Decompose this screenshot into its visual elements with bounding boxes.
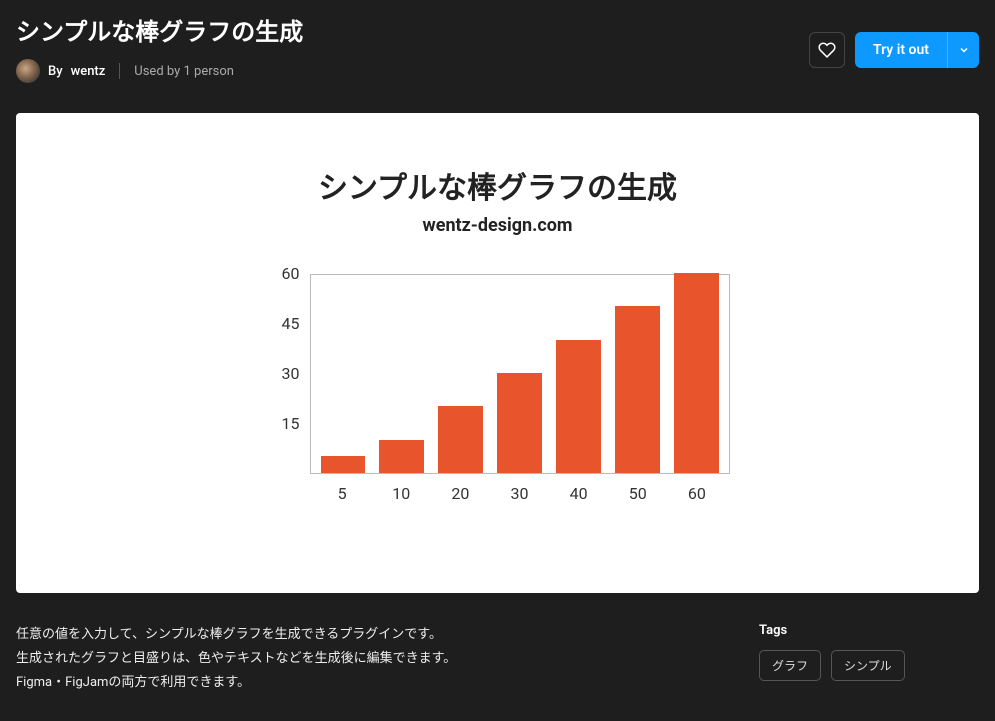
preview-card: シンプルな棒グラフの生成 wentz-design.com 60 45 30 1… (16, 113, 979, 593)
favorite-button[interactable] (809, 32, 845, 68)
tags-block: Tags グラフシンプル (759, 623, 979, 695)
y-tick: 15 (266, 416, 300, 466)
description-line: Figma・FigJamの両方で利用できます。 (16, 671, 456, 695)
bar (674, 273, 719, 473)
y-tick: 60 (266, 266, 300, 316)
tag[interactable]: グラフ (759, 650, 821, 681)
author-name: wentz (71, 64, 106, 79)
chart-title: シンプルな棒グラフの生成 (318, 163, 677, 207)
chart-subtitle: wentz-design.com (423, 215, 573, 236)
bar (438, 406, 483, 473)
x-tick: 5 (320, 484, 365, 503)
meta-row: By wentz Used by 1 person (16, 59, 303, 83)
chevron-down-icon (958, 44, 970, 56)
page-title: シンプルな棒グラフの生成 (16, 12, 303, 47)
heart-icon (818, 41, 836, 59)
chart: 60 45 30 15 5 10 20 30 40 50 60 (266, 274, 730, 503)
x-tick: 20 (438, 484, 483, 503)
tags-heading: Tags (759, 623, 979, 638)
bar (379, 440, 424, 473)
x-axis: 5 10 20 30 40 50 60 (310, 484, 730, 503)
description: 任意の値を入力して、シンプルな棒グラフを生成できるプラグインです。 生成されたグ… (16, 623, 456, 695)
x-tick: 60 (674, 484, 719, 503)
lower-section: 任意の値を入力して、シンプルな棒グラフを生成できるプラグインです。 生成されたグ… (16, 623, 979, 695)
y-tick: 30 (266, 366, 300, 416)
y-tick: 45 (266, 316, 300, 366)
action-row: Try it out (809, 32, 979, 68)
author-link[interactable]: By wentz (16, 59, 105, 83)
page-header: シンプルな棒グラフの生成 By wentz Used by 1 person T… (16, 0, 979, 83)
tag[interactable]: シンプル (831, 650, 905, 681)
y-axis: 60 45 30 15 (266, 274, 310, 466)
bar (615, 306, 660, 473)
description-line: 任意の値を入力して、シンプルな棒グラフを生成できるプラグインです。 (16, 623, 456, 647)
avatar (16, 59, 40, 83)
x-tick: 10 (379, 484, 424, 503)
try-it-out-dropdown[interactable] (947, 32, 979, 68)
try-it-out-button[interactable]: Try it out (855, 32, 979, 68)
x-tick: 30 (497, 484, 542, 503)
tag-list: グラフシンプル (759, 650, 979, 681)
bar (556, 340, 601, 473)
description-line: 生成されたグラフと目盛りは、色やテキストなどを生成後に編集できます。 (16, 647, 456, 671)
bar (497, 373, 542, 473)
bar (321, 456, 366, 473)
x-tick: 40 (556, 484, 601, 503)
usage-count: Used by 1 person (134, 64, 234, 79)
x-tick: 50 (615, 484, 660, 503)
meta-separator (119, 63, 120, 79)
try-it-out-label: Try it out (855, 32, 947, 68)
by-label: By (48, 64, 63, 79)
plot-area (310, 274, 730, 474)
